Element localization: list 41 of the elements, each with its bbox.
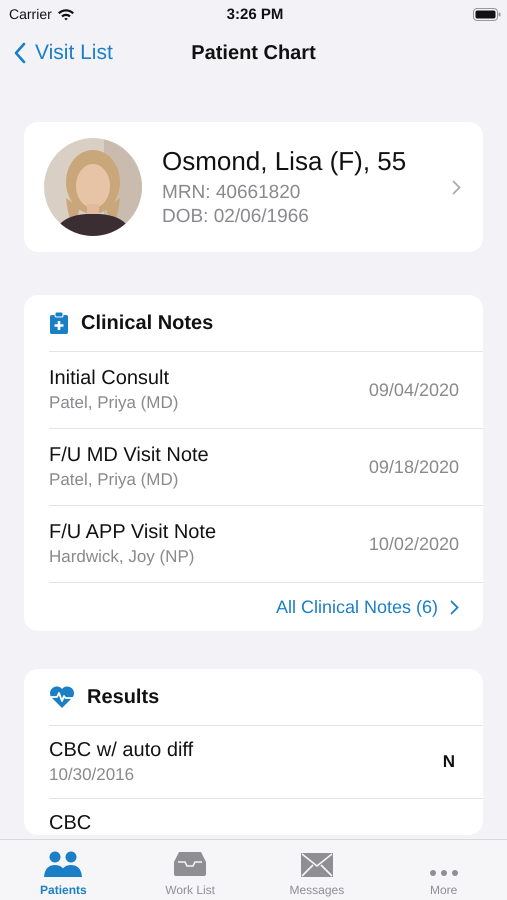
result-date: 10/30/2016 (49, 765, 136, 785)
back-button[interactable]: Visit List (14, 41, 113, 65)
patient-name: Osmond, Lisa (F), 55 (162, 146, 408, 176)
result-row[interactable]: CBC w/ auto diff 10/30/2016 N (49, 726, 483, 799)
envelope-icon (300, 853, 333, 877)
section-title: Clinical Notes (81, 312, 214, 334)
note-author: Patel, Priya (MD) (49, 470, 180, 490)
note-date: 09/18/2020 (368, 456, 459, 478)
clock-time: 3:26 PM (226, 6, 284, 22)
result-row[interactable]: CBC (49, 799, 483, 835)
section-title: Results (87, 686, 160, 708)
carrier-label: Carrier (9, 6, 52, 22)
note-title: F/U APP Visit Note (49, 521, 216, 544)
heart-pulse-icon (49, 685, 75, 709)
result-name: CBC (49, 812, 92, 835)
clipboard-plus-icon (49, 312, 69, 334)
chevron-right-icon (452, 180, 461, 194)
note-title: Initial Consult (49, 367, 170, 390)
note-date: 10/02/2020 (368, 534, 459, 554)
wifi-icon (56, 8, 75, 20)
tab-item[interactable]: Patients (0, 840, 127, 900)
note-author: Hardwick, Joy (NP) (49, 547, 196, 567)
note-row[interactable]: F/U APP Visit Note Hardwick, Joy (NP) 10/02/2020 (49, 506, 483, 583)
inbox-tray-icon (173, 851, 208, 877)
note-date: 09/04/2020 (368, 380, 459, 400)
patient-card[interactable]: Osmond, Lisa (F), 55 MRN: 40661820 DOB: 02/06/1966 (24, 122, 483, 252)
mrn-label: MRN: 40661820 (162, 180, 302, 204)
note-row[interactable]: Initial Consult Patel, Priya (MD) 09/04/2020 (49, 352, 483, 429)
battery-icon (472, 8, 501, 20)
flag-label: N (442, 752, 455, 772)
more-icon (428, 869, 459, 877)
note-author: Patel, Priya (MD) (49, 393, 178, 413)
chevron-left-icon (14, 42, 26, 64)
note-title: F/U MD Visit Note (49, 444, 209, 467)
chevron-right-icon (450, 600, 459, 614)
screen-title: Patient Chart (191, 42, 316, 64)
result-name: CBC w/ auto diff (49, 739, 194, 762)
dob-label: DOB: 02/06/1966 (162, 204, 310, 228)
people-icon (44, 851, 82, 877)
note-row[interactable]: F/U MD Visit Note Patel, Priya (MD) 09/18/2020 (49, 429, 483, 506)
all-notes-link[interactable]: All Clinical Notes (6) (276, 596, 459, 618)
